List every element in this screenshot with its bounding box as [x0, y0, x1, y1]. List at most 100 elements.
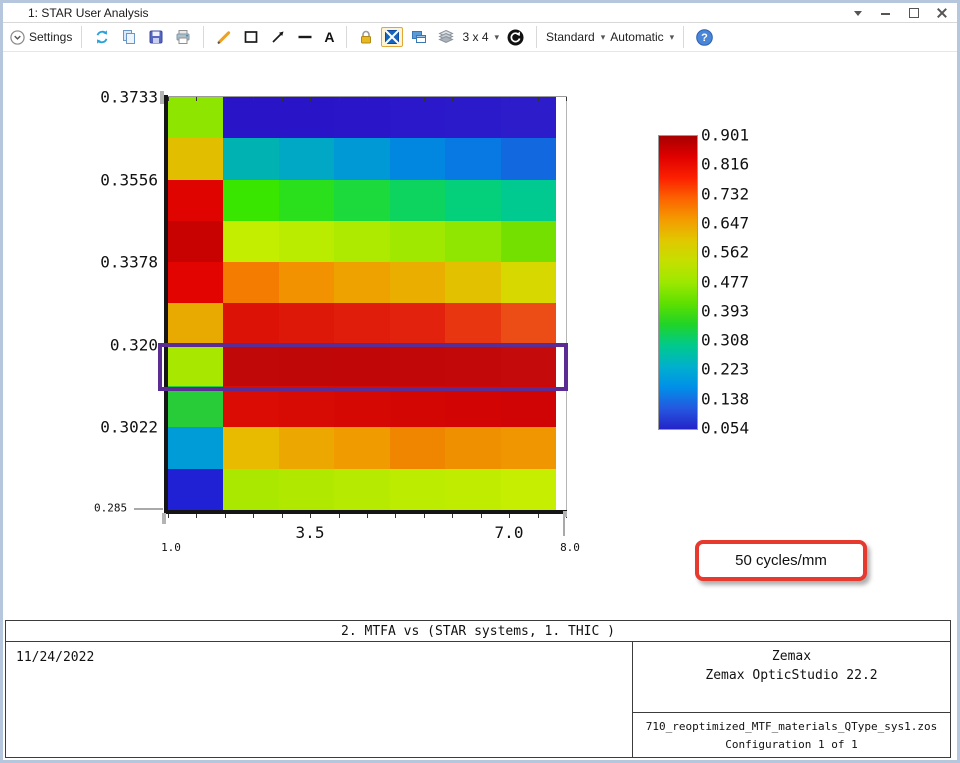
- y-axis-label: 0.320: [109, 335, 158, 354]
- help-icon: ?: [696, 28, 713, 46]
- heatmap-cell-r5-c4: [334, 262, 390, 304]
- colorbar-label: 0.732: [701, 184, 750, 204]
- heatmap-cell-r2-c2: [223, 138, 279, 180]
- print-button[interactable]: [172, 27, 194, 47]
- line-icon: [298, 35, 312, 39]
- row-highlight-rect[interactable]: [158, 343, 568, 391]
- heatmap-cell-r6-c3: [278, 303, 335, 345]
- x-axis-end-label-min: 1.0: [161, 541, 181, 554]
- line-tool-button[interactable]: [294, 27, 316, 47]
- heatmap-cell-r10-c7: [500, 468, 556, 510]
- standard-dropdown[interactable]: Standard ▾: [546, 30, 605, 44]
- layers-button[interactable]: [435, 27, 457, 47]
- colorbar-label: 0.562: [701, 242, 750, 262]
- heatmap-cell-r4-c6: [445, 220, 501, 263]
- heatmap-cell-r9-c7: [500, 427, 556, 469]
- heatmap-cell-r9-c2: [223, 427, 279, 469]
- x-axis-bottom-tick: [168, 514, 169, 518]
- x-axis-top-tick: [310, 97, 312, 101]
- pencil-tool-button[interactable]: [213, 27, 235, 47]
- heatmap-cell-r1-c5: [389, 97, 446, 139]
- heatmap-cell-r8-c6: [445, 386, 501, 428]
- star-user-analysis-window: 1: STAR User Analysis Settings A 3 x 4 ▾…: [0, 0, 960, 763]
- heatmap-cell-r8-c7: [500, 386, 556, 428]
- pencil-icon: [217, 31, 231, 45]
- heatmap-cell-r4-c4: [334, 220, 390, 263]
- heatmap-grid[interactable]: [168, 97, 556, 510]
- annotation-badge[interactable]: 50 cycles/mm: [695, 540, 867, 581]
- rectangle-tool-button[interactable]: [240, 27, 262, 47]
- heatmap-cell-r6-c1: [168, 303, 224, 345]
- footer-brand: Zemax Zemax OpticStudio 22.2: [633, 642, 950, 713]
- heatmap-cell-r8-c1: [168, 386, 224, 428]
- heatmap-cell-r9-c6: [445, 427, 501, 469]
- window-menu-caret-icon[interactable]: [852, 7, 863, 18]
- heatmap-cell-r9-c1: [168, 427, 224, 469]
- footer-configuration: Configuration 1 of 1: [725, 737, 858, 751]
- toolbar-separator: [203, 26, 205, 48]
- fit-window-icon: [385, 29, 400, 45]
- arrow-tool-button[interactable]: [267, 27, 289, 47]
- x-axis-bottom-tick: [281, 514, 283, 518]
- colorbar-label: 0.477: [701, 272, 750, 291]
- heatmap-cell-r10-c5: [389, 468, 446, 510]
- heatmap-cell-r6-c4: [334, 303, 390, 345]
- help-button[interactable]: ?: [693, 27, 716, 48]
- fit-window-button[interactable]: [381, 27, 404, 47]
- toolbar-separator: [683, 26, 685, 48]
- close-button[interactable]: [936, 7, 947, 18]
- x-axis-bottom-tick: [452, 514, 454, 518]
- heatmap-cell-r2-c1: [168, 138, 224, 180]
- colorbar-label: 0.816: [701, 154, 750, 174]
- toolbar-separator: [536, 26, 538, 48]
- x-axis-bottom-tick: [509, 514, 511, 518]
- heatmap-cell-r4-c3: [278, 220, 335, 263]
- plot-handle[interactable]: [160, 91, 164, 104]
- reset-button[interactable]: [504, 27, 527, 48]
- footer-brand-line2: Zemax OpticStudio 22.2: [705, 667, 878, 683]
- heatmap-cell-r10-c2: [223, 468, 279, 510]
- heatmap-cell-r1-c3: [278, 97, 335, 139]
- heatmap-cell-r3-c3: [278, 179, 335, 221]
- x-axis-bottom-tick: [395, 514, 397, 518]
- settings-expander-icon: [10, 29, 25, 45]
- heatmap-cell-r5-c5: [389, 262, 446, 304]
- chevron-down-icon: ▾: [494, 31, 500, 42]
- heatmap-cell-r9-c3: [278, 427, 335, 469]
- x-end-label-leader-line: [563, 517, 565, 536]
- x-axis-label-3-5: 3.5: [295, 523, 325, 542]
- text-tool-button[interactable]: A: [321, 28, 337, 46]
- heatmap-cell-r8-c3: [278, 386, 335, 428]
- x-axis-top-tick: [338, 97, 340, 101]
- heatmap-cell-r2-c6: [445, 138, 501, 180]
- heatmap-cell-r3-c6: [445, 179, 501, 221]
- automatic-dropdown[interactable]: Automatic ▾: [610, 30, 674, 44]
- x-axis-top-tick: [281, 97, 283, 101]
- lock-button[interactable]: [356, 27, 376, 47]
- x-axis-label-7-0: 7.0: [494, 523, 524, 542]
- heatmap-cell-r4-c7: [500, 220, 556, 263]
- maximize-button[interactable]: [908, 7, 919, 18]
- x-axis-bottom-tick: [367, 514, 368, 518]
- heatmap-cell-r6-c5: [389, 303, 446, 345]
- clone-window-button[interactable]: [408, 27, 430, 47]
- heatmap-cell-r3-c1: [168, 179, 224, 221]
- x-axis-top-tick: [423, 97, 425, 101]
- x-axis-top-tick: [395, 97, 397, 101]
- heatmap-cell-r2-c4: [334, 138, 390, 180]
- minimize-button[interactable]: [880, 7, 891, 18]
- y-axis-line: [164, 95, 168, 514]
- heatmap-cell-r10-c4: [334, 468, 390, 510]
- svg-text:?: ?: [701, 32, 708, 44]
- plot-handle[interactable]: [162, 513, 166, 524]
- y-axis-label: 0.3556: [100, 170, 158, 189]
- grid-size-dropdown[interactable]: 3 x 4 ▾: [462, 30, 499, 44]
- y-axis-label: 0.3022: [100, 417, 158, 437]
- heatmap-cell-r10-c6: [445, 468, 501, 510]
- footer-date: 11/24/2022: [6, 642, 633, 758]
- x-axis-end-label-max: 8.0: [560, 541, 580, 554]
- heatmap-cell-r1-c7: [500, 97, 556, 139]
- heatmap-cell-r5-c7: [500, 262, 556, 304]
- x-axis-bottom-tick: [310, 514, 312, 518]
- footer-file-name: 710_reoptimized_MTF_materials_QType_sys1…: [645, 720, 938, 733]
